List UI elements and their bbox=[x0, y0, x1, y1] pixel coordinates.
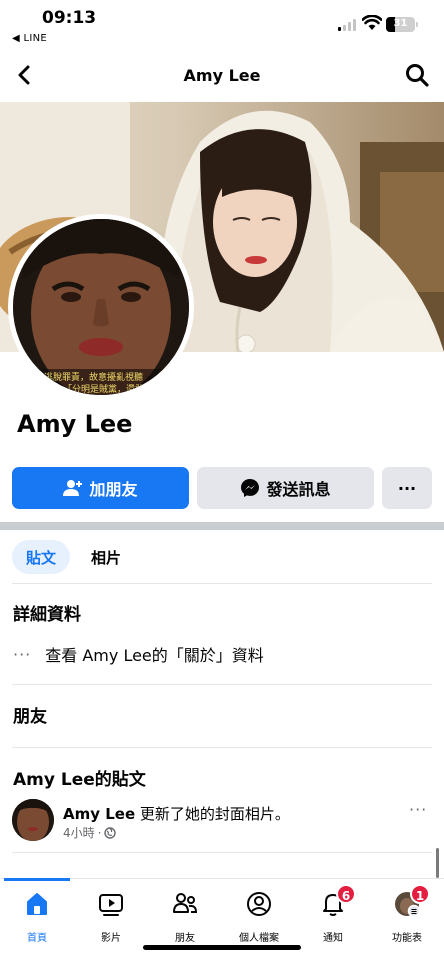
divider bbox=[12, 684, 432, 685]
nav-profile[interactable]: 個人檔案 bbox=[222, 887, 296, 945]
nav-menu-label: 功能表 bbox=[392, 933, 422, 944]
nav-notifications-label: 通知 bbox=[323, 933, 343, 944]
about-section-title: 詳細資料 bbox=[13, 605, 81, 625]
post-meta: 4小時 · bbox=[63, 824, 117, 841]
more-options-icon: ··· bbox=[397, 478, 417, 498]
globe-icon bbox=[104, 826, 117, 839]
profile-name: Amy Lee bbox=[17, 410, 133, 438]
home-indicator[interactable] bbox=[143, 945, 301, 950]
status-bar: 09:13 ◀ LINE 31 bbox=[0, 0, 444, 50]
search-icon[interactable] bbox=[404, 62, 430, 88]
send-message-label: 發送訊息 bbox=[266, 480, 331, 499]
battery-level: 31 bbox=[393, 18, 408, 29]
divider bbox=[12, 583, 432, 584]
nav-video-label: 影片 bbox=[101, 933, 121, 944]
nav-home[interactable]: 首頁 bbox=[0, 887, 74, 945]
post-action: 更新了她的封面相片。 bbox=[135, 805, 290, 823]
nav-video[interactable]: 影片 bbox=[74, 887, 148, 945]
nav-friends[interactable]: 朋友 bbox=[148, 887, 222, 945]
friends-icon bbox=[173, 893, 198, 913]
avatar-caption-1: 了逃脫罪責，故意擾亂視聽 bbox=[35, 371, 143, 383]
active-tab-indicator bbox=[4, 878, 70, 881]
battery-icon: 31 bbox=[386, 17, 415, 32]
post-headline[interactable]: Amy Lee 更新了她的封面相片。 bbox=[63, 803, 290, 824]
more-options-button[interactable]: ··· bbox=[382, 467, 432, 509]
video-icon bbox=[99, 894, 123, 916]
view-about-label: 查看 Amy Lee的「關於」資料 bbox=[45, 646, 264, 665]
avatar-caption-2: 「分明是賊黨，還敢 bbox=[63, 383, 144, 395]
messenger-icon bbox=[241, 479, 260, 497]
meta-separator: · bbox=[97, 825, 102, 840]
top-header: Amy Lee bbox=[0, 52, 444, 100]
add-friend-icon bbox=[63, 480, 83, 496]
nav-friends-label: 朋友 bbox=[175, 933, 195, 944]
post-avatar-image bbox=[12, 799, 54, 841]
scroll-indicator[interactable] bbox=[436, 848, 439, 878]
view-about-link[interactable]: ··· 查看 Amy Lee的「關於」資料 bbox=[13, 642, 264, 666]
page-title: Amy Lee bbox=[183, 66, 261, 85]
post-time[interactable]: 4小時 bbox=[63, 824, 95, 841]
cellular-signal-icon bbox=[338, 18, 358, 31]
menu-badge: 1 bbox=[410, 884, 430, 904]
post-author-avatar[interactable] bbox=[12, 799, 54, 841]
home-icon bbox=[27, 893, 47, 915]
nav-home-label: 首頁 bbox=[27, 933, 47, 944]
tab-posts[interactable]: 貼文 bbox=[12, 540, 70, 574]
post-more-icon[interactable]: ··· bbox=[409, 800, 427, 819]
back-to-app-link[interactable]: ◀ LINE bbox=[12, 33, 47, 44]
divider bbox=[12, 852, 432, 853]
nav-notifications[interactable]: 6 通知 bbox=[296, 884, 370, 945]
divider bbox=[12, 747, 432, 748]
posts-section-title: Amy Lee的貼文 bbox=[13, 770, 146, 790]
add-friend-label: 加朋友 bbox=[89, 480, 138, 499]
nav-profile-label: 個人檔案 bbox=[239, 933, 279, 944]
wifi-icon bbox=[362, 15, 382, 30]
avatar-image: 了逃脫罪責，故意擾亂視聽 「分明是賊黨，還敢 bbox=[13, 219, 189, 395]
ellipsis-icon: ··· bbox=[13, 644, 32, 664]
notifications-badge: 6 bbox=[336, 884, 356, 904]
section-divider bbox=[0, 522, 444, 530]
tab-photos[interactable]: 相片 bbox=[78, 540, 134, 574]
add-friend-button[interactable]: 加朋友 bbox=[12, 467, 189, 509]
friends-section-title[interactable]: 朋友 bbox=[13, 702, 47, 727]
post-author[interactable]: Amy Lee bbox=[63, 805, 135, 823]
profile-avatar[interactable]: 了逃脫罪責，故意擾亂視聽 「分明是賊黨，還敢 bbox=[8, 214, 194, 400]
send-message-button[interactable]: 發送訊息 bbox=[197, 467, 374, 509]
status-time: 09:13 bbox=[42, 8, 97, 28]
nav-menu[interactable]: 1 功能表 bbox=[370, 884, 444, 945]
profile-icon bbox=[247, 892, 271, 916]
